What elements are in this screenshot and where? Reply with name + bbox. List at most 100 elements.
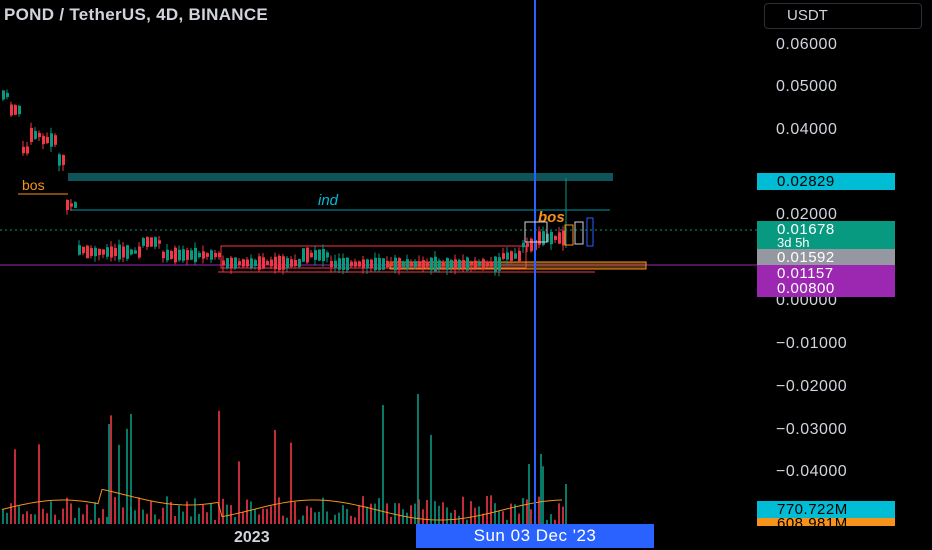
volume-bar xyxy=(326,511,328,524)
candle-body xyxy=(182,249,185,261)
candle-body xyxy=(226,258,229,268)
volume-bar xyxy=(417,394,419,524)
candle-body xyxy=(366,259,369,269)
volume-bar xyxy=(278,497,280,524)
candle-body xyxy=(266,261,269,265)
high-level-price-tag: 0.02829 xyxy=(757,173,895,190)
volume-bar xyxy=(142,509,144,524)
candle-body xyxy=(426,261,429,267)
volume-bar xyxy=(166,496,168,524)
volume-bar xyxy=(558,503,560,524)
candle-body xyxy=(318,249,321,261)
volume-bar xyxy=(250,501,252,524)
candle-body xyxy=(94,247,97,257)
volume-bar xyxy=(46,513,48,524)
candle-body xyxy=(102,249,105,255)
candle-body xyxy=(458,259,461,269)
candle-body xyxy=(314,250,317,260)
candle-body xyxy=(194,247,197,263)
candle-body xyxy=(158,240,161,244)
volume-bar xyxy=(422,509,424,524)
volume-bar xyxy=(238,461,240,524)
bos-label-right: bos xyxy=(538,209,565,226)
candle-body xyxy=(242,259,245,267)
candle-body xyxy=(14,105,17,115)
candle-body xyxy=(46,136,49,144)
volume-bar xyxy=(110,415,112,524)
volume-layer xyxy=(2,394,567,524)
volume-bar xyxy=(86,504,88,524)
volume-bar xyxy=(118,444,120,524)
candle-body xyxy=(186,250,189,260)
candle-body xyxy=(342,257,345,271)
volume-bar xyxy=(266,508,268,524)
volume-bar xyxy=(202,504,204,524)
volume-bar xyxy=(58,519,60,524)
candle-body xyxy=(390,261,393,267)
candle-body xyxy=(558,232,561,244)
crosshair-date-label: Sun 03 Dec '23 xyxy=(416,524,654,548)
candle-body xyxy=(58,154,61,166)
volume-bar xyxy=(78,507,80,524)
candle-body xyxy=(110,246,113,258)
volume-bar xyxy=(414,503,416,524)
volume-bar xyxy=(306,505,308,524)
volume-bar xyxy=(410,505,412,524)
candle-body xyxy=(174,247,177,263)
candle-body xyxy=(62,154,65,166)
candle-body xyxy=(374,257,377,271)
volume-bar xyxy=(502,511,504,524)
volume-bar xyxy=(210,503,212,524)
candle-body xyxy=(350,261,353,267)
volume-tag: 770.722M xyxy=(757,501,895,518)
volume-bar xyxy=(162,507,164,524)
volume-bar xyxy=(498,511,500,524)
volume-bar xyxy=(270,506,272,524)
resistance-zone xyxy=(68,173,613,181)
candle-body xyxy=(362,259,365,269)
volume-bar xyxy=(246,499,248,524)
currency-button[interactable]: USDT xyxy=(764,3,922,29)
candle-body xyxy=(322,248,325,262)
candle-body xyxy=(442,261,445,267)
volume-bar xyxy=(406,512,408,524)
volume-bar xyxy=(486,495,488,524)
candle-body xyxy=(550,231,553,245)
candle-body xyxy=(502,253,505,259)
candle-body xyxy=(346,257,349,271)
volume-bar xyxy=(550,514,552,524)
candle-body xyxy=(150,237,153,247)
candle-body xyxy=(222,260,225,266)
candle-body xyxy=(126,245,129,259)
volume-bar xyxy=(242,511,244,524)
volume-bar xyxy=(42,508,44,524)
volume-bar xyxy=(150,501,152,524)
candle-body xyxy=(78,245,81,255)
volume-bar xyxy=(374,503,376,524)
volume-bar xyxy=(94,502,96,524)
volume-bar xyxy=(198,513,200,524)
volume-bar xyxy=(6,512,8,524)
volume-bar xyxy=(510,503,512,524)
candle-body xyxy=(526,243,529,247)
volume-bar xyxy=(134,510,136,524)
candle-body xyxy=(394,257,397,271)
candle-body xyxy=(178,249,181,261)
candle-body xyxy=(82,246,85,254)
volume-bar xyxy=(98,517,100,524)
candle-body xyxy=(310,252,313,258)
candle-body xyxy=(154,237,157,247)
volume-bar xyxy=(346,508,348,524)
candle-body xyxy=(10,104,13,116)
candle-body xyxy=(198,252,201,258)
bos-label-left: bos xyxy=(22,177,45,193)
volume-bar xyxy=(334,514,336,524)
volume-bar xyxy=(82,514,84,524)
volume-bar xyxy=(446,507,448,524)
candle-body xyxy=(378,257,381,271)
candle-body xyxy=(230,257,233,269)
candle-body xyxy=(338,258,341,270)
candle-body xyxy=(18,105,21,115)
volume-bar xyxy=(528,464,530,524)
candle-body xyxy=(486,261,489,267)
